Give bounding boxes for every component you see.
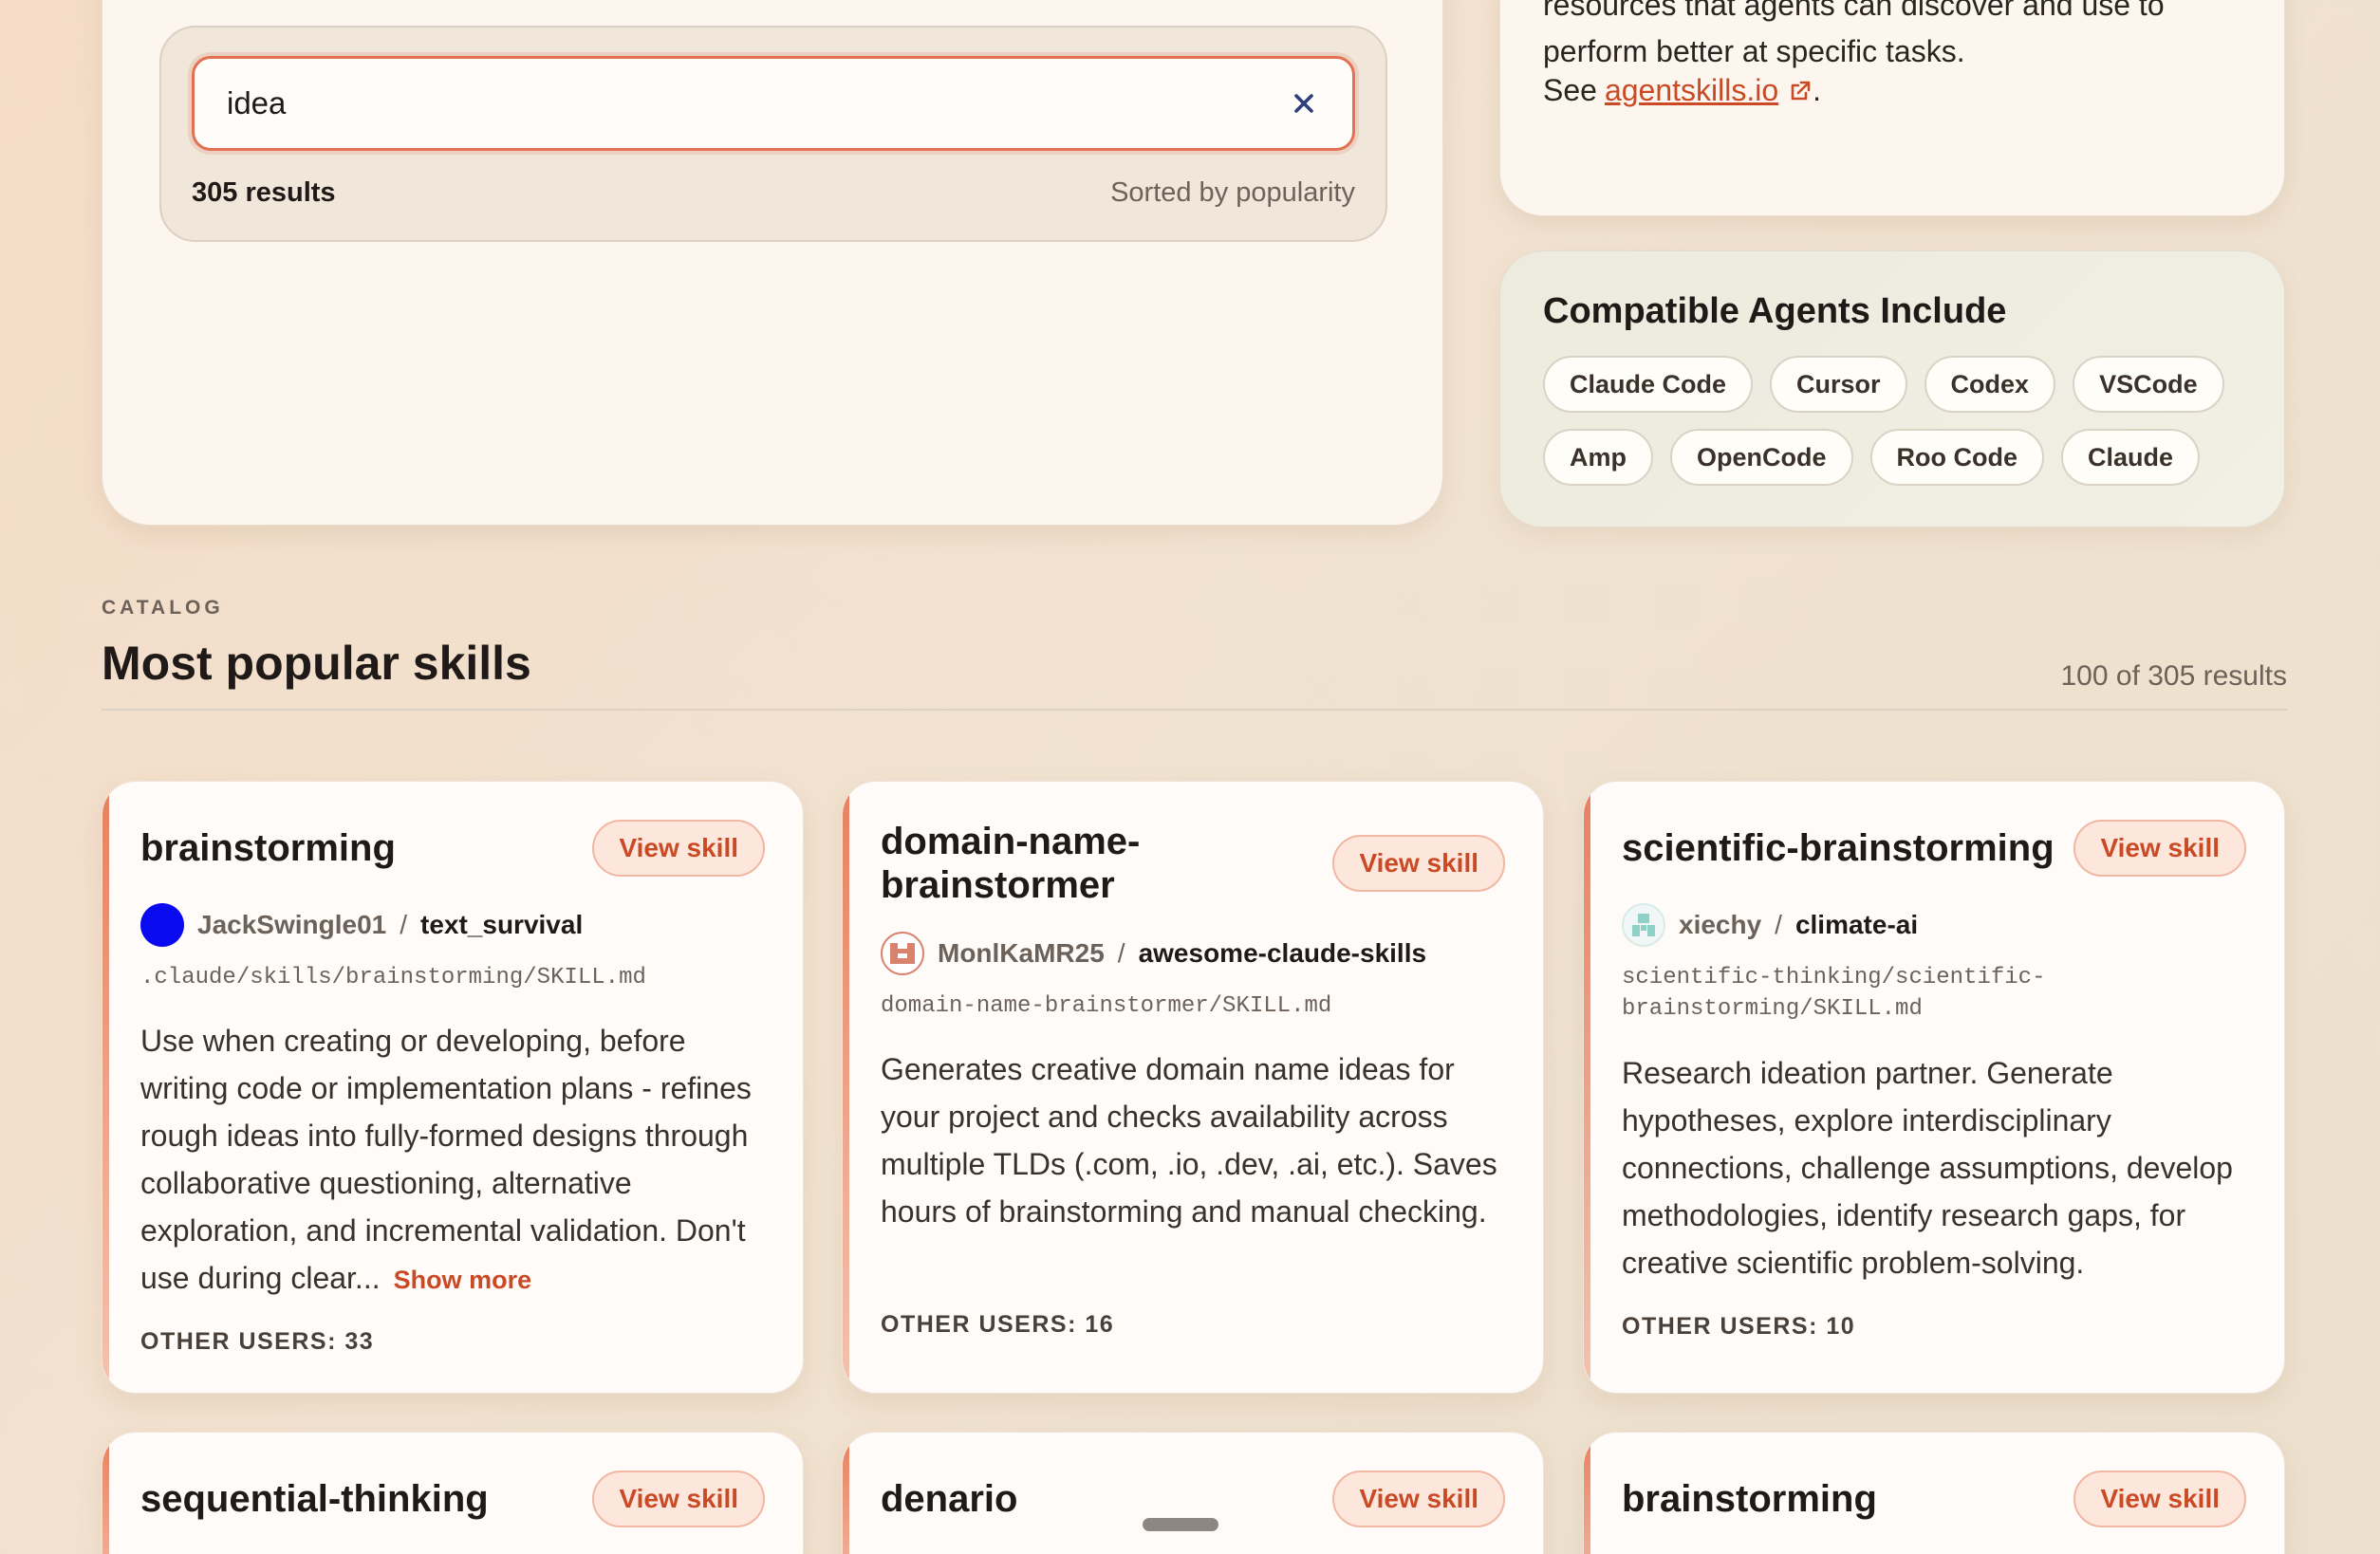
other-users: OTHER USERS: 10	[1622, 1313, 1856, 1340]
catalog-count: 100 of 305 results	[2060, 660, 2288, 692]
info-text: resources that agents can discover and u…	[1543, 0, 2165, 68]
skill-card: brainstorming View skill	[1583, 1432, 2285, 1554]
catalog-divider	[102, 709, 2288, 711]
external-link-icon	[1788, 79, 1813, 103]
catalog-eyebrow: CATALOG	[102, 597, 224, 619]
skill-description: Use when creating or developing, before …	[140, 1017, 765, 1304]
skill-card: sequential-thinking View skill	[102, 1432, 804, 1554]
sort-label: Sorted by popularity	[1110, 177, 1355, 208]
agent-chip-vscode[interactable]: VSCode	[2073, 356, 2224, 413]
results-count: 305 results	[192, 177, 336, 208]
other-users: OTHER USERS: 33	[140, 1328, 375, 1355]
owner-name[interactable]: JackSwingle01	[197, 910, 386, 940]
skill-description: Research ideation partner. Generate hypo…	[1622, 1056, 2233, 1280]
skill-title[interactable]: brainstorming	[1622, 1477, 1877, 1521]
agents-title: Compatible Agents Include	[1543, 291, 2007, 331]
skill-title[interactable]: brainstorming	[140, 826, 396, 870]
search-panel: 305 results Sorted by popularity	[159, 26, 1387, 242]
agent-chip-roo-code[interactable]: Roo Code	[1869, 429, 2045, 486]
show-more-link[interactable]: Show more	[394, 1266, 532, 1294]
owner-name[interactable]: MonlKaMR25	[938, 938, 1105, 969]
skill-title[interactable]: sequential-thinking	[140, 1477, 489, 1521]
agent-chip-claude[interactable]: Claude	[2061, 429, 2201, 486]
view-skill-button[interactable]: View skill	[2073, 1471, 2246, 1527]
skill-title[interactable]: denario	[881, 1477, 1017, 1521]
info-suffix: .	[1813, 73, 1822, 107]
skill-path: .claude/skills/brainstorming/SKILL.md	[140, 965, 646, 990]
view-skill-button[interactable]: View skill	[2073, 820, 2246, 877]
owner-separator: /	[1775, 910, 1782, 939]
owner-row: MonlKaMR25 / awesome-claude-skills	[881, 932, 1426, 975]
agent-chip-opencode[interactable]: OpenCode	[1670, 429, 1853, 486]
repo-name[interactable]: awesome-claude-skills	[1139, 938, 1426, 969]
skill-description: Generates creative domain name ideas for…	[881, 1052, 1497, 1229]
search-input[interactable]	[227, 85, 1288, 121]
compatible-agents-card: Compatible Agents Include Claude Code Cu…	[1499, 250, 2285, 527]
avatar	[881, 932, 924, 975]
agent-chips: Claude Code Cursor Codex VSCode Amp Open…	[1543, 356, 2264, 486]
info-card: resources that agents can discover and u…	[1499, 0, 2285, 216]
results-row: 305 results Sorted by popularity	[192, 177, 1355, 209]
skill-card: domain-name-brainstormer View skill Monl…	[842, 781, 1544, 1394]
skill-path: scientific-thinking/scientific-brainstor…	[1622, 965, 2046, 1022]
skill-card: denario View skill	[842, 1432, 1544, 1554]
owner-name[interactable]: xiechy	[1679, 910, 1761, 940]
agentskills-link[interactable]: agentskills.io	[1605, 73, 1778, 108]
page-title: Most popular skills	[102, 637, 531, 690]
info-see-line: See agentskills.io .	[1543, 73, 1821, 108]
agent-chip-amp[interactable]: Amp	[1543, 429, 1653, 486]
owner-separator: /	[1117, 938, 1125, 968]
avatar	[1622, 903, 1665, 947]
view-skill-button[interactable]: View skill	[592, 1471, 765, 1527]
view-skill-button[interactable]: View skill	[1332, 835, 1505, 892]
agent-chip-cursor[interactable]: Cursor	[1770, 356, 1907, 413]
agent-chip-codex[interactable]: Codex	[1924, 356, 2056, 413]
owner-row: JackSwingle01 / text_survival	[140, 903, 583, 947]
search-box[interactable]	[192, 56, 1355, 151]
owner-separator: /	[400, 910, 408, 939]
close-icon[interactable]	[1288, 87, 1320, 120]
skill-description-text: Use when creating or developing, before …	[140, 1024, 752, 1295]
owner-row: xiechy / climate-ai	[1622, 903, 1918, 947]
skill-card: scientific-brainstorming View skill xiec…	[1583, 781, 2285, 1394]
view-skill-button[interactable]: View skill	[592, 820, 765, 877]
view-skill-button[interactable]: View skill	[1332, 1471, 1505, 1527]
avatar	[140, 903, 184, 947]
repo-name[interactable]: text_survival	[420, 910, 583, 940]
skill-title[interactable]: scientific-brainstorming	[1622, 826, 2055, 870]
agent-chip-claude-code[interactable]: Claude Code	[1543, 356, 1754, 413]
skill-title[interactable]: domain-name-brainstormer	[881, 820, 1184, 907]
skill-card: brainstorming View skill JackSwingle01 /…	[102, 781, 804, 1394]
info-see-prefix: See	[1543, 73, 1597, 107]
scroll-handle[interactable]	[1143, 1518, 1218, 1531]
skill-path: domain-name-brainstormer/SKILL.md	[881, 993, 1332, 1019]
other-users: OTHER USERS: 16	[881, 1311, 1115, 1338]
repo-name[interactable]: climate-ai	[1795, 910, 1918, 940]
